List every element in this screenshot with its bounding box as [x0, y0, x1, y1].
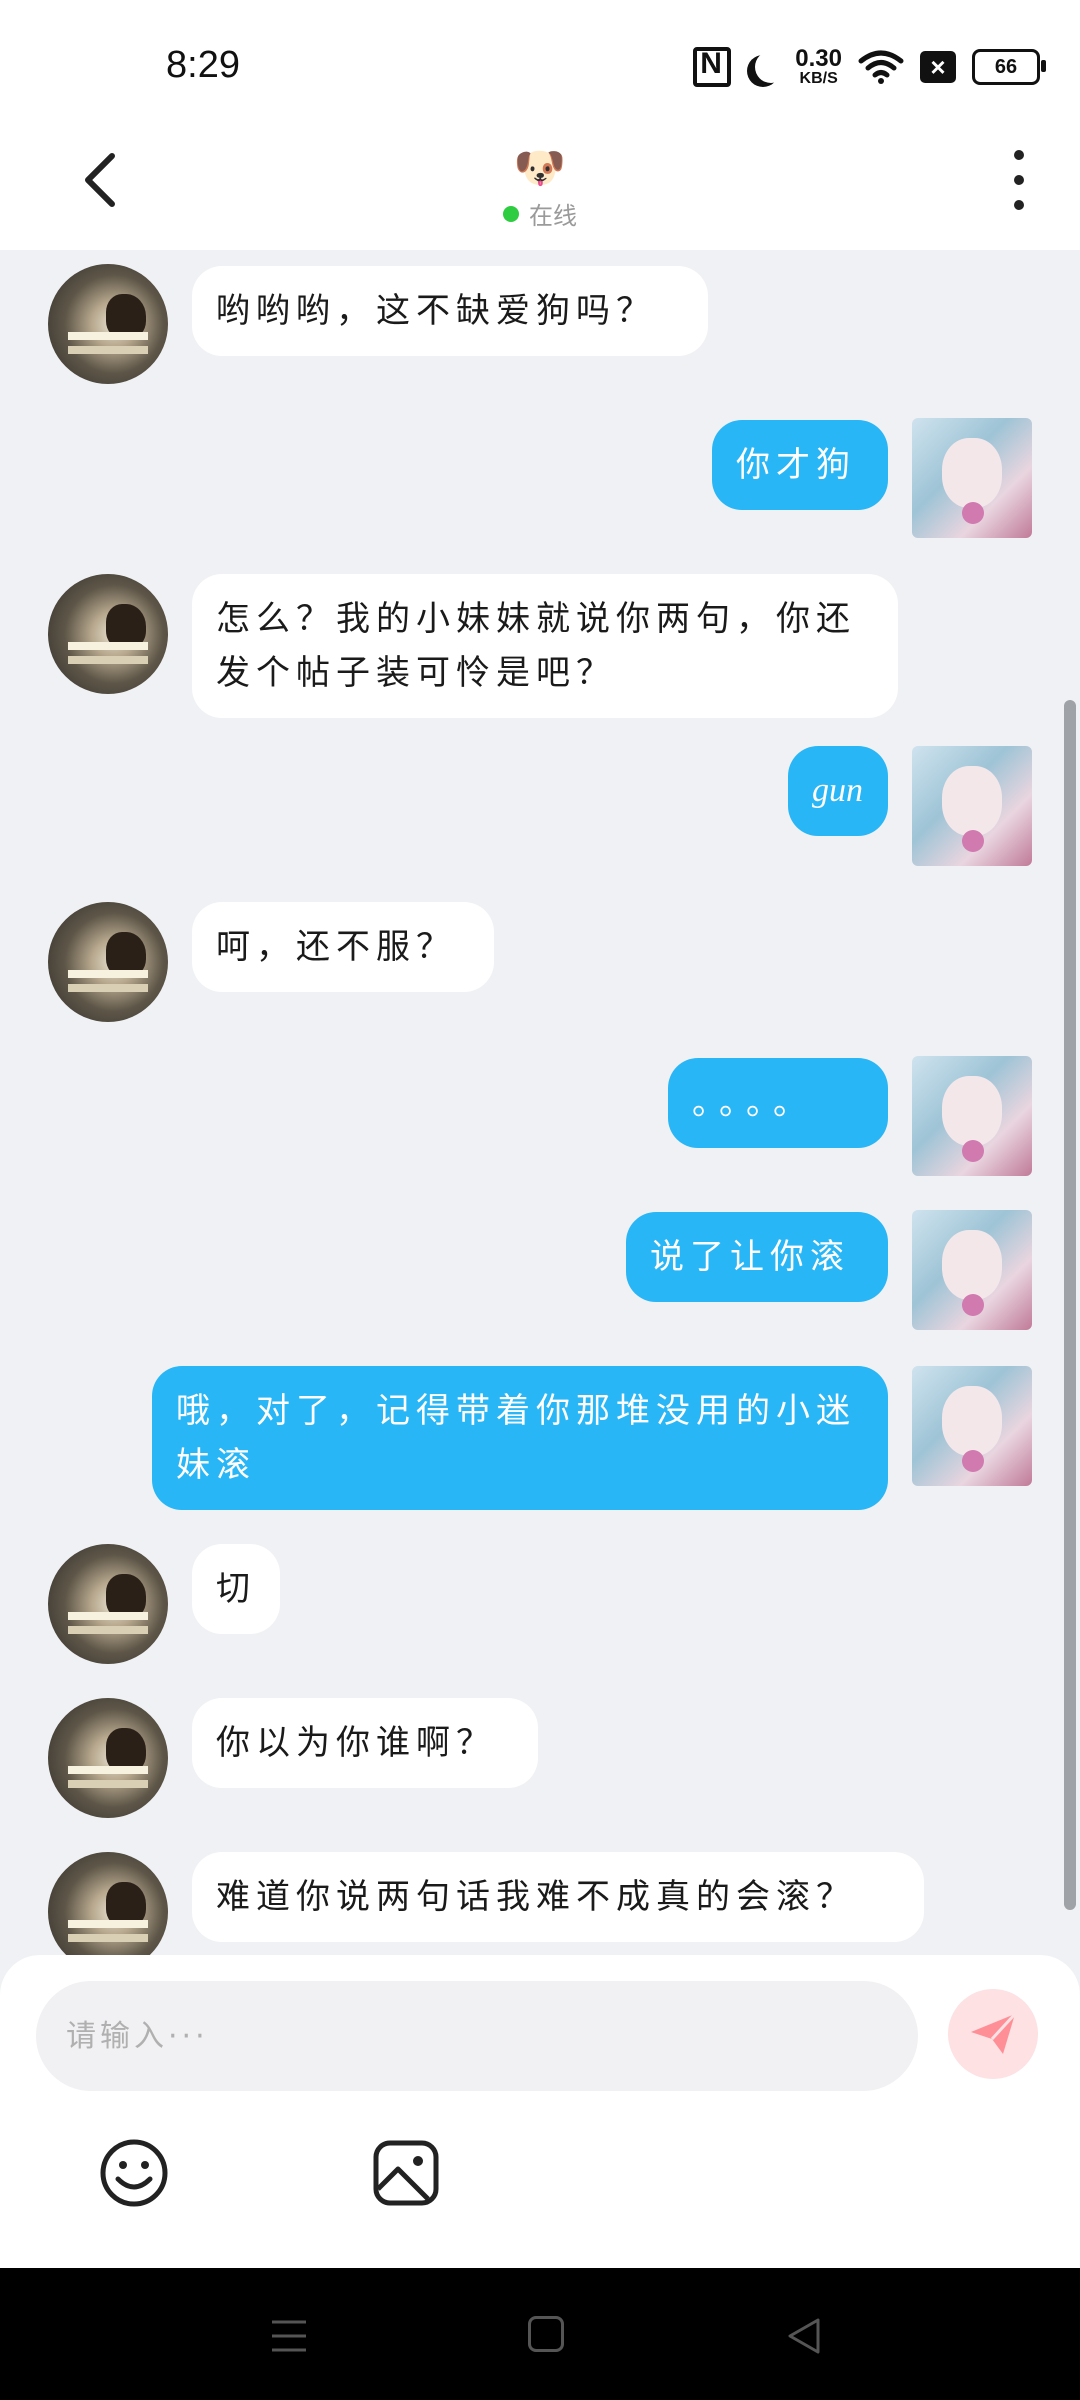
- received-message[interactable]: 怎么？我的小妹妹就说你两句，你还发个帖子装可怜是吧？: [192, 574, 898, 718]
- sent-message[interactable]: gun: [788, 746, 888, 836]
- image-icon[interactable]: [370, 2137, 442, 2209]
- chat-message-list[interactable]: 哟哟哟，这不缺爱狗吗？ 你才狗 怎么？我的小妹妹就说你两句，你还发个帖子装可怜是…: [0, 250, 1080, 1960]
- sender-avatar[interactable]: [48, 1544, 168, 1664]
- sent-message[interactable]: 你才狗: [712, 420, 888, 510]
- sender-avatar[interactable]: [48, 1698, 168, 1818]
- my-avatar[interactable]: [912, 746, 1032, 866]
- more-dot-icon: [1014, 150, 1024, 160]
- status-icons: 0.30 KB/S × 66: [693, 42, 1046, 92]
- sender-avatar[interactable]: [48, 1852, 168, 1960]
- my-avatar[interactable]: [912, 1056, 1032, 1176]
- sender-avatar[interactable]: [48, 574, 168, 694]
- received-message[interactable]: 切: [192, 1544, 280, 1634]
- status-bar: 8:29 0.30 KB/S × 66: [0, 0, 1080, 130]
- more-dot-icon: [1014, 200, 1024, 210]
- moon-icon: [755, 51, 787, 83]
- wifi-icon: [858, 50, 904, 84]
- battery-level: 66: [994, 55, 1018, 78]
- chat-scrollbar[interactable]: [1064, 700, 1076, 1910]
- battery-icon: 66: [972, 49, 1046, 85]
- contact-avatar: 🐶: [513, 143, 567, 192]
- chat-header: 🐶 在线: [0, 130, 1080, 250]
- menu-icon[interactable]: [270, 2318, 308, 2354]
- net-speed-value: 0.30: [795, 45, 842, 72]
- sent-message[interactable]: 。。。。: [668, 1058, 888, 1148]
- more-options-button[interactable]: [994, 150, 1044, 210]
- my-avatar[interactable]: [912, 418, 1032, 538]
- contact-info[interactable]: 🐶 在线: [0, 144, 1080, 231]
- net-speed-unit: KB/S: [799, 70, 838, 87]
- status-time: 8:29: [166, 44, 240, 86]
- sent-message[interactable]: 哦，对了，记得带着你那堆没用的小迷妹滚: [152, 1366, 888, 1510]
- online-status: 在线: [503, 196, 577, 231]
- my-avatar[interactable]: [912, 1210, 1032, 1330]
- received-message[interactable]: 难道你说两句话我难不成真的会滚？: [192, 1852, 924, 1942]
- received-message[interactable]: 呵，还不服？: [192, 902, 494, 992]
- home-icon[interactable]: [528, 2316, 564, 2352]
- sender-avatar[interactable]: [48, 902, 168, 1022]
- my-avatar[interactable]: [912, 1366, 1032, 1486]
- online-dot-icon: [503, 205, 519, 222]
- received-message[interactable]: 哟哟哟，这不缺爱狗吗？: [192, 266, 708, 356]
- send-button[interactable]: [948, 1989, 1038, 2079]
- sender-avatar[interactable]: [48, 264, 168, 384]
- received-message[interactable]: 你以为你谁啊？: [192, 1698, 538, 1788]
- nfc-icon: [693, 47, 732, 87]
- send-icon: [971, 2012, 1017, 2054]
- notification-x-icon: ×: [920, 51, 956, 83]
- net-speed: 0.30 KB/S: [795, 47, 842, 87]
- input-panel: [0, 1955, 1080, 2270]
- emoji-icon[interactable]: [98, 2137, 170, 2209]
- message-input[interactable]: [36, 1981, 918, 2091]
- more-dot-icon: [1014, 175, 1024, 185]
- back-icon[interactable]: [784, 2316, 824, 2356]
- system-nav-bar: [0, 2268, 1080, 2400]
- online-status-text: 在线: [529, 202, 577, 230]
- sent-message[interactable]: 说了让你滚: [626, 1212, 888, 1302]
